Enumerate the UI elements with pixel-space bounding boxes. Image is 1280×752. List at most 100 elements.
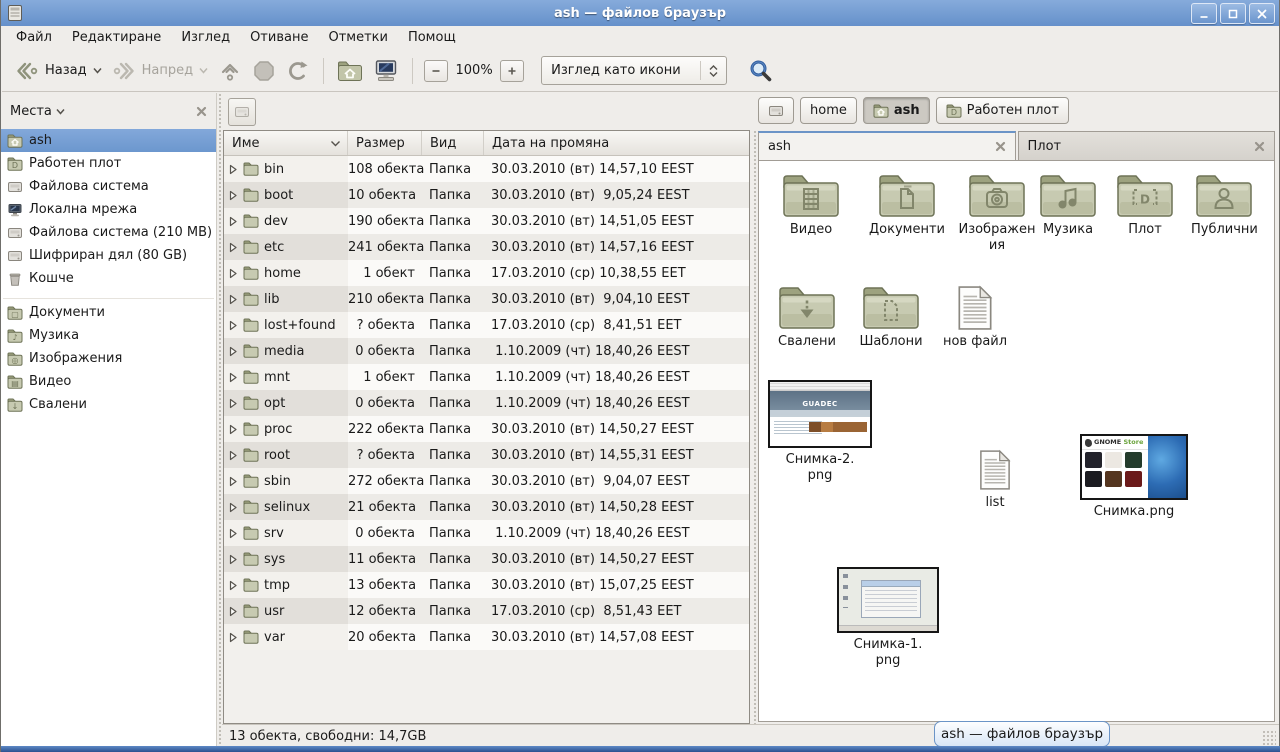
path-button[interactable]: D Работен плот [936,97,1069,124]
sidebar-item[interactable]: Шифриран дял (80 GB) [1,244,216,267]
sidebar-item[interactable]: Локална мрежа [1,198,216,221]
back-button[interactable]: Назад [10,57,107,85]
pane-resize-grip[interactable] [216,93,223,746]
column-header-date[interactable]: Дата на промяна [484,131,749,155]
expander-icon[interactable] [229,424,238,435]
expander-icon[interactable] [229,216,238,227]
menu-help[interactable]: Помощ [398,26,466,50]
sidebar-item[interactable]: ↓ Свалени [1,393,216,416]
menu-edit[interactable]: Редактиране [62,26,171,50]
expander-icon[interactable] [229,398,238,409]
table-row[interactable]: tmp 13 обекта Папка 30.03.2010 (вт) 15,0… [224,572,749,598]
search-button[interactable] [743,55,779,87]
expander-icon[interactable] [229,346,238,357]
up-button[interactable] [213,56,247,86]
table-row[interactable]: proc 222 обекта Папка 30.03.2010 (вт) 14… [224,416,749,442]
tab-close-icon[interactable] [995,141,1006,152]
grid-item[interactable]: нов файл [933,285,1017,350]
menu-file[interactable]: Файл [6,26,62,50]
zoom-out-button[interactable] [424,60,448,82]
back-history-chevron-icon[interactable] [93,67,102,74]
view-mode-dropdown[interactable]: Изглед като икони [541,56,727,85]
table-row[interactable]: mnt 1 обект Папка 1.10.2009 (чт) 18,40,2… [224,364,749,390]
table-row[interactable]: sys 11 обекта Папка 30.03.2010 (вт) 14,5… [224,546,749,572]
forward-button[interactable]: Напред [107,57,213,85]
expander-icon[interactable] [229,632,238,643]
table-row[interactable]: sbin 272 обекта Папка 30.03.2010 (вт) 9,… [224,468,749,494]
close-button[interactable] [1249,3,1275,24]
sidebar-item[interactable]: ▤ Видео [1,370,216,393]
expander-icon[interactable] [229,320,238,331]
sidebar-item[interactable]: ▢ Документи [1,301,216,324]
expander-icon[interactable] [229,554,238,565]
expander-icon[interactable] [229,580,238,591]
expander-icon[interactable] [229,606,238,617]
table-row[interactable]: home 1 обект Папка 17.03.2010 (ср) 10,38… [224,260,749,286]
table-row[interactable]: opt 0 обекта Папка 1.10.2009 (чт) 18,40,… [224,390,749,416]
menu-bookmarks[interactable]: Отметки [318,26,397,50]
sidebar-item[interactable]: Кошче [1,267,216,290]
menu-view[interactable]: Изглед [171,26,240,50]
expander-icon[interactable] [229,268,238,279]
expander-icon[interactable] [229,372,238,383]
grid-item[interactable]: Изображения [957,173,1037,254]
table-row[interactable]: etc 241 обекта Папка 30.03.2010 (вт) 14,… [224,234,749,260]
grid-item[interactable]: Видео [765,173,857,254]
table-row[interactable]: usr 12 обекта Папка 17.03.2010 (ср) 8,51… [224,598,749,624]
places-selector[interactable]: Места [10,104,65,119]
sidebar-item[interactable]: ash [1,129,216,152]
tab[interactable]: Плот [1018,131,1276,160]
table-row[interactable]: root ? обекта Папка 30.03.2010 (вт) 14,5… [224,442,749,468]
stop-button[interactable] [247,56,281,86]
zoom-in-button[interactable] [500,60,524,82]
expander-icon[interactable] [229,190,238,201]
grid-item[interactable]: Музика [1037,173,1099,254]
text-file-list[interactable]: list [959,449,1031,511]
table-row[interactable]: bin 108 обекта Папка 30.03.2010 (вт) 14,… [224,156,749,182]
menu-go[interactable]: Отиване [240,26,318,50]
maximize-button[interactable] [1220,3,1246,24]
home-button[interactable] [332,57,368,85]
table-row[interactable]: selinux 21 обекта Папка 30.03.2010 (вт) … [224,494,749,520]
pane-resize-grip[interactable] [751,130,758,724]
table-row[interactable]: lost+found ? обекта Папка 17.03.2010 (ср… [224,312,749,338]
sidebar-item[interactable]: Файлова система (210 MB) [1,221,216,244]
grid-item[interactable]: D Плот [1099,173,1191,254]
path-button[interactable]: ash [863,97,930,124]
path-button[interactable]: home [800,97,857,124]
grid-item[interactable]: Документи [857,173,957,254]
window-resize-grip[interactable] [1262,730,1276,745]
table-row[interactable]: boot 10 обекта Папка 30.03.2010 (вт) 9,0… [224,182,749,208]
computer-button[interactable] [368,56,404,86]
table-row[interactable]: var 20 обекта Папка 30.03.2010 (вт) 14,5… [224,624,749,650]
reload-button[interactable] [281,56,315,86]
expander-icon[interactable] [229,450,238,461]
expander-icon[interactable] [229,294,238,305]
sidebar-item[interactable]: Файлова система [1,175,216,198]
expander-icon[interactable] [229,242,238,253]
grid-item[interactable]: Свалени [765,285,849,350]
table-row[interactable]: srv 0 обекта Папка 1.10.2009 (чт) 18,40,… [224,520,749,546]
column-header-size[interactable]: Размер [348,131,422,155]
path-button[interactable] [758,97,794,124]
table-row[interactable]: lib 210 обекта Папка 30.03.2010 (вт) 9,0… [224,286,749,312]
image-file-snimka-2[interactable]: GUADEC Снимка-2.png [768,380,872,484]
image-file-snimka[interactable]: GNOME Store Снимка.png [1079,434,1189,520]
image-file-snimka-1[interactable]: Снимка-1.png [836,567,940,669]
grid-item[interactable]: Публични [1191,173,1258,254]
expander-icon[interactable] [229,164,238,175]
grid-item[interactable]: Шаблони [849,285,933,350]
tab-close-icon[interactable] [1254,141,1265,152]
expander-icon[interactable] [229,476,238,487]
sidebar-item[interactable]: ◎ Изображения [1,347,216,370]
table-row[interactable]: media 0 обекта Папка 1.10.2009 (чт) 18,4… [224,338,749,364]
sidebar-close-icon[interactable] [196,106,207,117]
sidebar-item[interactable]: D Работен плот [1,152,216,175]
expander-icon[interactable] [229,528,238,539]
sidebar-item[interactable]: ♪ Музика [1,324,216,347]
tab[interactable]: ash [758,131,1016,160]
filesystem-root-button[interactable] [228,98,256,126]
column-header-name[interactable]: Име [224,131,348,155]
column-header-type[interactable]: Вид [422,131,484,155]
minimize-button[interactable] [1191,3,1217,24]
